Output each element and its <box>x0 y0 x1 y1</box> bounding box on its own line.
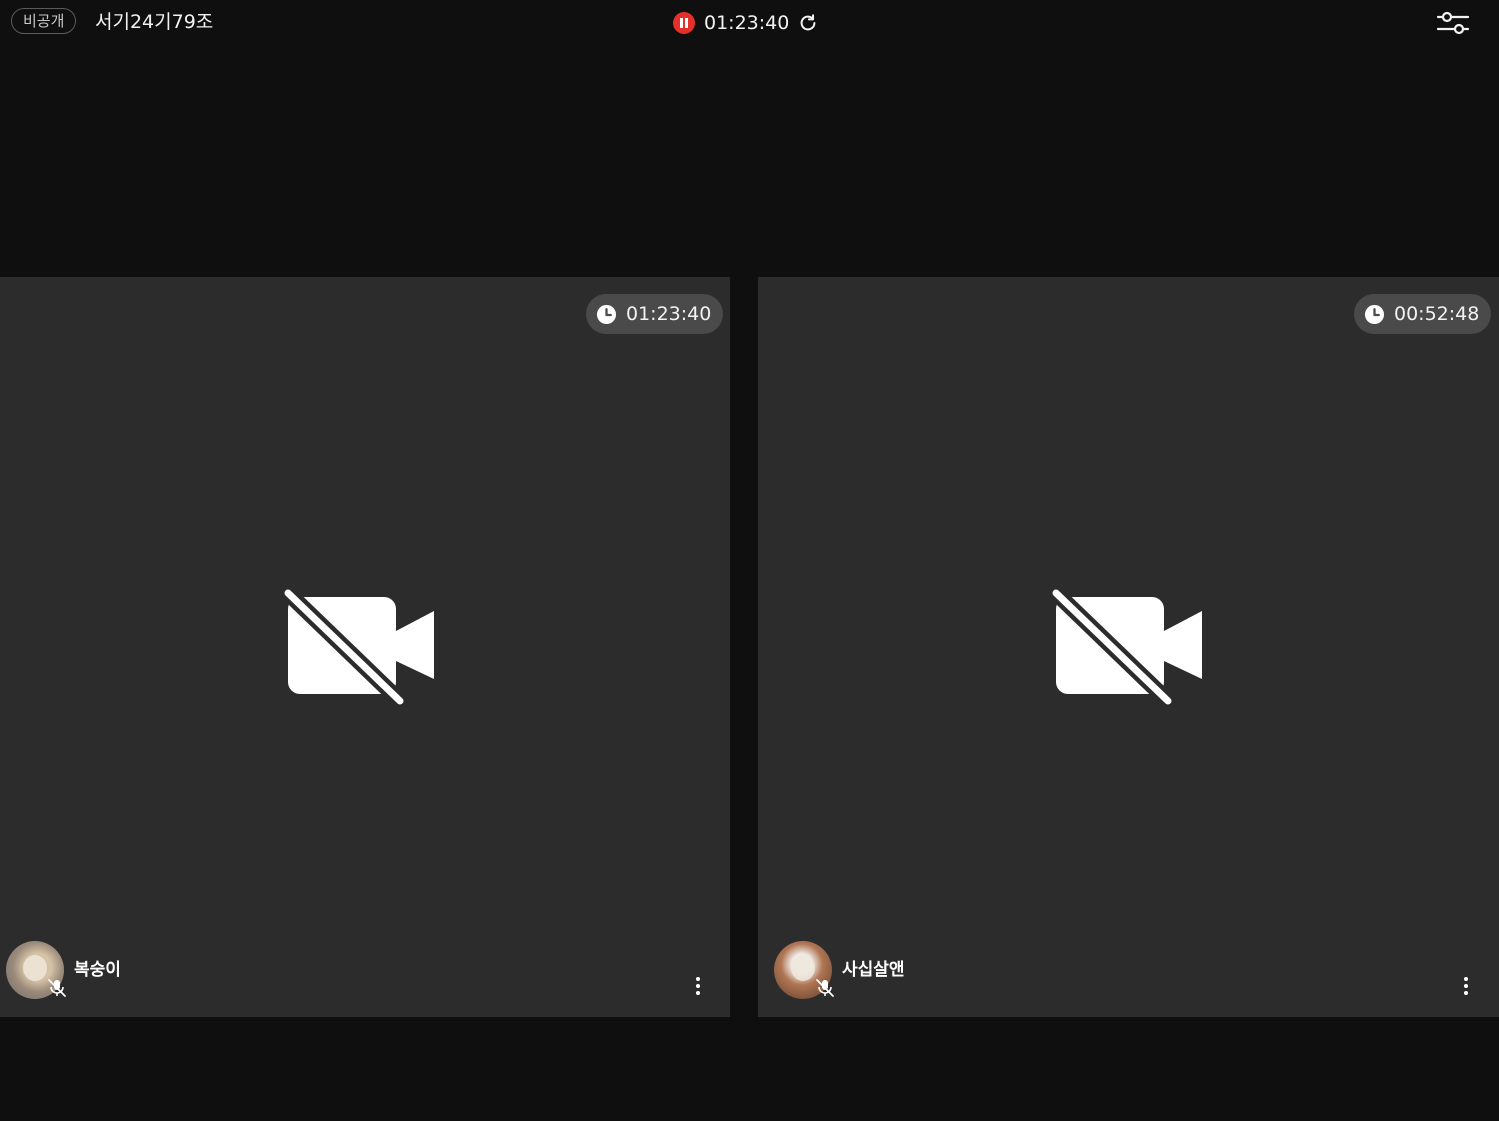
elapsed-time: 01:23:40 <box>626 303 712 325</box>
settings-sliders-icon[interactable] <box>1436 9 1470 37</box>
more-options-icon[interactable] <box>1456 974 1476 998</box>
privacy-badge: 비공개 <box>11 8 77 34</box>
participant-name: 사십살앤 <box>842 960 905 980</box>
elapsed-timer: 01:23:40 <box>586 294 724 334</box>
recording-time: 01:23:40 <box>704 12 790 34</box>
clock-icon <box>596 304 617 324</box>
top-bar: 비공개 서기24기79조 01:23:40 <box>0 0 1499 46</box>
refresh-icon[interactable] <box>797 12 819 34</box>
participant-tile[interactable]: 00:52:48 사십살앤 <box>758 277 1499 1017</box>
elapsed-time: 00:52:48 <box>1394 303 1480 325</box>
participant-name: 복숭이 <box>74 960 121 980</box>
camera-off-icon <box>284 589 434 705</box>
more-options-icon[interactable] <box>688 974 708 998</box>
participant-tile[interactable]: 01:23:40 복숭이 <box>0 277 730 1017</box>
pause-icon[interactable] <box>673 12 695 34</box>
camera-off-icon <box>1052 589 1202 705</box>
recording-status: 01:23:40 <box>673 10 819 36</box>
mic-off-icon <box>48 979 66 997</box>
mic-off-icon <box>816 979 834 997</box>
clock-icon <box>1364 304 1385 324</box>
room-title: 서기24기79조 <box>95 11 214 33</box>
elapsed-timer: 00:52:48 <box>1354 294 1492 334</box>
